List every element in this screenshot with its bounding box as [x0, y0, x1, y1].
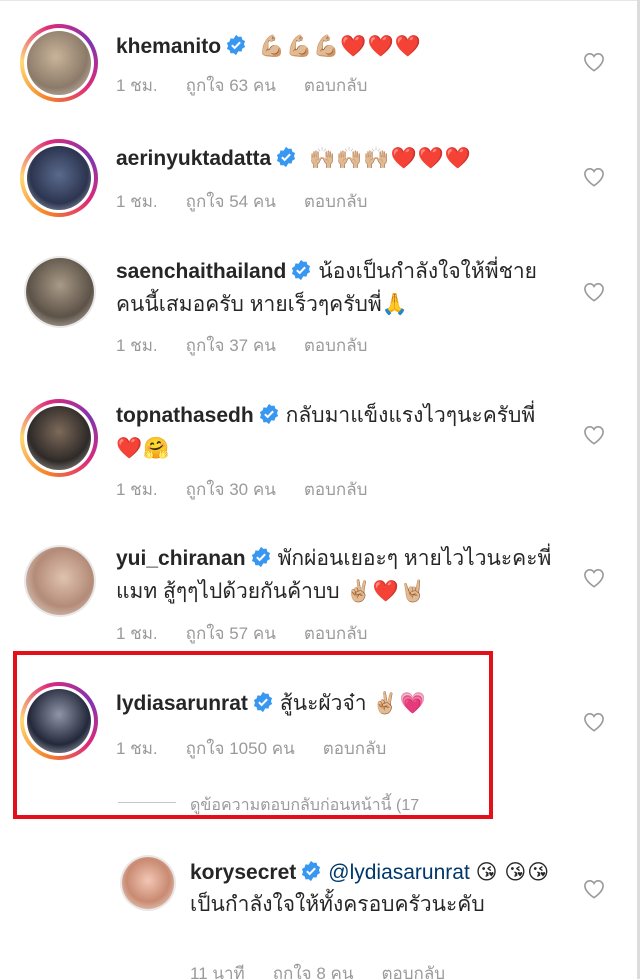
heart-outline-icon[interactable]: [583, 712, 605, 732]
reply-button[interactable]: ตอบกลับ: [382, 964, 446, 979]
likes-count[interactable]: ถูกใจ 57 คน: [186, 624, 276, 643]
avatar[interactable]: [20, 139, 98, 217]
username[interactable]: khemanito: [116, 35, 221, 58]
comment-meta: 1 ชม. ถูกใจ 57 คน ตอบกลับ: [116, 620, 367, 647]
mention-link[interactable]: @lydiasarunrat: [328, 861, 470, 884]
emoji-group: 😘😘: [504, 860, 551, 884]
username[interactable]: aerinyuktadatta: [116, 147, 271, 170]
username[interactable]: yui_chiranan: [116, 547, 246, 570]
heart-outline-icon[interactable]: [583, 52, 605, 72]
verified-badge-icon: [226, 34, 246, 56]
comment-text: topnathasedh กลับมาแข็งแรงไวๆนะครับพี่ ❤️…: [116, 400, 556, 465]
timestamp: 1 ชม.: [116, 480, 158, 499]
heart-outline-icon[interactable]: [583, 425, 605, 445]
verified-badge-icon: [277, 146, 296, 168]
reply-button[interactable]: ตอบกลับ: [304, 624, 368, 643]
verified-badge-icon: [259, 403, 278, 425]
avatar[interactable]: [24, 545, 96, 617]
reply-button[interactable]: ตอบกลับ: [304, 76, 368, 95]
reply-button[interactable]: ตอบกลับ: [304, 480, 368, 499]
timestamp: 1 ชม.: [116, 192, 158, 211]
verified-badge-icon: [302, 860, 321, 882]
avatar[interactable]: [24, 256, 96, 328]
heart-outline-icon[interactable]: [583, 167, 605, 187]
avatar[interactable]: [120, 855, 176, 911]
username[interactable]: topnathasedh: [116, 404, 254, 427]
likes-count[interactable]: ถูกใจ 8 คน: [273, 964, 354, 979]
heart-outline-icon[interactable]: [583, 282, 605, 302]
comment-text: saenchaithailand น้องเป็นกำลังใจให้พี่ชาย…: [116, 256, 556, 321]
comment-text: khemanito 💪🏼💪🏼💪🏼❤️❤️❤️: [116, 30, 556, 63]
likes-count[interactable]: ถูกใจ 37 คน: [186, 336, 276, 355]
comment-text: korysecret @lydiasarunrat 😘 😘😘 เป็นกำลังใจ…: [190, 856, 560, 921]
comment-meta: 1 ชม. ถูกใจ 30 คน ตอบกลับ: [116, 476, 367, 503]
reply-button[interactable]: ตอบกลับ: [304, 192, 368, 211]
comment-text: aerinyuktadatta 🙌🏼🙌🏼🙌🏼❤️❤️❤️: [116, 142, 556, 175]
comment-meta: 11 นาที ถูกใจ 8 คน ตอบกลับ: [190, 960, 445, 979]
verified-badge-icon: [292, 259, 311, 281]
top-divider: [0, 0, 640, 8]
emoji-group: 🙌🏼🙌🏼🙌🏼❤️❤️❤️: [309, 146, 472, 170]
likes-count[interactable]: ถูกใจ 54 คน: [186, 192, 276, 211]
comment-meta: 1 ชม. ถูกใจ 54 คน ตอบกลับ: [116, 188, 367, 215]
emoji-group: ✌🏼❤️🤘🏼: [345, 579, 427, 603]
heart-outline-icon[interactable]: [583, 879, 605, 899]
username[interactable]: saenchaithailand: [116, 260, 286, 283]
comment-meta: 1 ชม. ถูกใจ 37 คน ตอบกลับ: [116, 332, 367, 359]
comment-body: กลับมาแข็งแรงไวๆนะครับพี่: [285, 404, 536, 427]
emoji-group: 💪🏼💪🏼💪🏼❤️❤️❤️: [258, 34, 422, 58]
timestamp: 1 ชม.: [116, 624, 158, 643]
reply-button[interactable]: ตอบกลับ: [304, 336, 368, 355]
comment-meta: 1 ชม. ถูกใจ 63 คน ตอบกลับ: [116, 72, 367, 99]
timestamp: 11 นาที: [190, 964, 245, 979]
timestamp: 1 ชม.: [116, 76, 158, 95]
emoji-group: ❤️🤗: [116, 436, 171, 460]
comment-body: เป็นกำลังใจให้ทั้งครอบครัวนะคับ: [190, 893, 485, 916]
avatar[interactable]: [20, 399, 98, 477]
likes-count[interactable]: ถูกใจ 30 คน: [186, 480, 276, 499]
avatar[interactable]: [20, 24, 98, 102]
verified-badge-icon: [251, 546, 270, 568]
heart-outline-icon[interactable]: [583, 568, 605, 588]
emoji-group: 🙏: [381, 292, 409, 316]
likes-count[interactable]: ถูกใจ 63 คน: [186, 76, 276, 95]
comment-text: yui_chiranan พักผ่อนเยอะๆ หายไวไวนะคะพี่แ…: [116, 543, 556, 608]
emoji-group: 😘: [475, 860, 499, 884]
username[interactable]: korysecret: [190, 861, 296, 884]
timestamp: 1 ชม.: [116, 336, 158, 355]
highlight-box: [13, 651, 493, 819]
